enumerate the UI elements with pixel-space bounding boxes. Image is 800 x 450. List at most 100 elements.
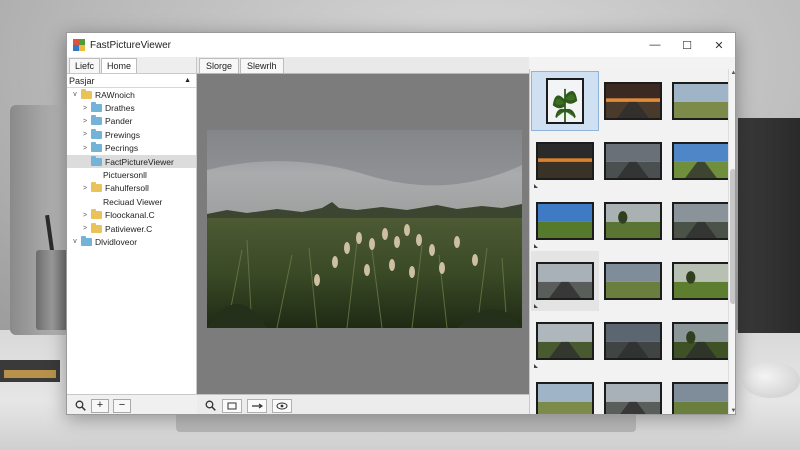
thumbnail-image	[536, 262, 594, 300]
folder-panel: Liefc Home Pasjar ▲ v RAWnoich > Drathes > Pa…	[67, 57, 197, 414]
thumbnail[interactable]	[667, 371, 735, 414]
folder-icon	[91, 182, 102, 193]
folder-icon	[91, 102, 102, 113]
tree-item[interactable]: > Drathes	[67, 101, 196, 114]
thumbnail[interactable]	[531, 71, 599, 131]
chevron-down-icon[interactable]: v	[71, 238, 79, 245]
road-gray-image	[538, 264, 592, 298]
thumbnail-image	[536, 142, 594, 180]
folder-icon	[91, 115, 102, 126]
tree-item[interactable]: v RAWnoich	[67, 88, 196, 101]
fit-screen-icon[interactable]	[222, 398, 242, 413]
chevron-down-icon[interactable]: v	[71, 91, 79, 98]
scroll-up-icon[interactable]: ▲	[729, 69, 735, 78]
thumbnail-image	[604, 262, 662, 300]
thumbnail-panel: ▲ ▼	[529, 69, 735, 414]
tree-item[interactable]: > Pander	[67, 115, 196, 128]
tree-item[interactable]: > Pecrings	[67, 142, 196, 155]
tab-home[interactable]: Home	[101, 58, 138, 73]
thumbnail[interactable]	[599, 131, 667, 191]
folder-icon	[91, 128, 102, 139]
thumbnail[interactable]	[667, 251, 735, 311]
tree-item[interactable]: Reciuad Viewer	[67, 195, 196, 208]
tree-item-label: RAWnoich	[95, 89, 135, 100]
thumbnail-image	[604, 202, 662, 240]
thumbnail[interactable]	[667, 311, 735, 371]
thumbnail[interactable]	[531, 311, 599, 371]
road-dark-image	[606, 144, 660, 178]
plant-image	[548, 80, 582, 122]
tree-header[interactable]: Pasjar ▲	[67, 74, 196, 88]
thumbnail[interactable]	[531, 371, 599, 414]
folder-panel-toolbar: + −	[67, 394, 197, 414]
tree-item-label: Pander	[105, 116, 133, 127]
thumbnail[interactable]	[667, 131, 735, 191]
chevron-right-icon[interactable]: >	[81, 145, 89, 152]
collapse-up-icon[interactable]: ▲	[184, 77, 191, 84]
tree-item[interactable]: > Floockanal.C	[67, 209, 196, 222]
thumbnail[interactable]	[599, 371, 667, 414]
grass-field-photo	[207, 130, 522, 328]
image-viewer-panel: Slorge Slewrlh	[197, 57, 529, 414]
forest-road-image	[674, 324, 728, 358]
thumbnail[interactable]	[599, 71, 667, 131]
folder-icon	[91, 209, 102, 220]
thumbnail-scrollbar[interactable]: ▲ ▼	[728, 69, 735, 414]
window-controls: — ☐ ✕	[639, 33, 735, 57]
chevron-right-icon[interactable]: >	[81, 212, 89, 219]
chevron-right-icon[interactable]: >	[81, 105, 89, 112]
tree-item[interactable]: > Fahulfersoll	[67, 182, 196, 195]
main-photo[interactable]	[207, 130, 522, 328]
tree-item[interactable]: > Pativiewer.C	[67, 222, 196, 235]
thumbnail[interactable]	[667, 71, 735, 131]
thumbnail[interactable]	[599, 311, 667, 371]
thumbnail[interactable]	[531, 131, 599, 191]
tab-slewrlh[interactable]: Slewrlh	[240, 58, 284, 73]
rotate-icon[interactable]	[247, 398, 267, 413]
minimize-button[interactable]: —	[639, 33, 671, 57]
background-mouse	[742, 362, 800, 398]
search-icon[interactable]	[73, 399, 87, 413]
thumbnail[interactable]	[599, 191, 667, 251]
maximize-button[interactable]: ☐	[671, 33, 703, 57]
zoom-in-button[interactable]: +	[91, 398, 109, 413]
thumbnail[interactable]	[531, 191, 599, 251]
thumbnail[interactable]	[667, 191, 735, 251]
chevron-right-icon[interactable]: >	[81, 225, 89, 232]
chevron-right-icon[interactable]: >	[81, 131, 89, 138]
thumbnail-image	[672, 82, 730, 120]
folder-icon	[81, 88, 92, 99]
tree-item-label: Pictuersonll	[103, 170, 147, 181]
close-button[interactable]: ✕	[703, 33, 735, 57]
tree-item[interactable]: > Prewings	[67, 128, 196, 141]
view-mode-icon[interactable]	[272, 398, 292, 413]
thumbnail[interactable]	[531, 251, 599, 311]
search-icon[interactable]	[203, 399, 217, 413]
blue-field-image	[674, 144, 728, 178]
tab-liefc[interactable]: Liefc	[69, 58, 101, 73]
blue-sky-field-image	[538, 204, 592, 238]
tree-item-label: FactPictureViewer	[105, 156, 174, 167]
thumbnail-flag-icon	[534, 364, 538, 368]
folder-icon	[91, 142, 102, 153]
thumbnail[interactable]	[599, 251, 667, 311]
thumbnail-image	[604, 322, 662, 360]
app-window: FastPictureViewer — ☐ ✕ Liefc Home Pasja…	[66, 32, 736, 415]
thumbnail-flag-icon	[534, 244, 538, 248]
tab-slorge[interactable]: Slorge	[199, 58, 240, 73]
tree-item[interactable]: v Dlvidloveor	[67, 235, 196, 248]
scroll-thumb[interactable]	[730, 169, 735, 304]
chevron-right-icon[interactable]: >	[81, 185, 89, 192]
tree-item-label: Pativiewer.C	[105, 223, 153, 234]
tree-item[interactable]: FactPictureViewer	[67, 154, 196, 169]
zoom-out-button[interactable]: −	[113, 398, 131, 413]
title-bar[interactable]: FastPictureViewer — ☐ ✕	[67, 33, 735, 57]
chevron-right-icon[interactable]: >	[81, 118, 89, 125]
tree-header-label: Pasjar	[69, 75, 95, 86]
thumbnail-image	[672, 202, 730, 240]
tree-item[interactable]: Pictuersonll	[67, 168, 196, 181]
road-trees-image	[538, 324, 592, 358]
scroll-down-icon[interactable]: ▼	[729, 407, 735, 414]
thumbnail-image	[536, 322, 594, 360]
folder-icon	[91, 222, 102, 233]
